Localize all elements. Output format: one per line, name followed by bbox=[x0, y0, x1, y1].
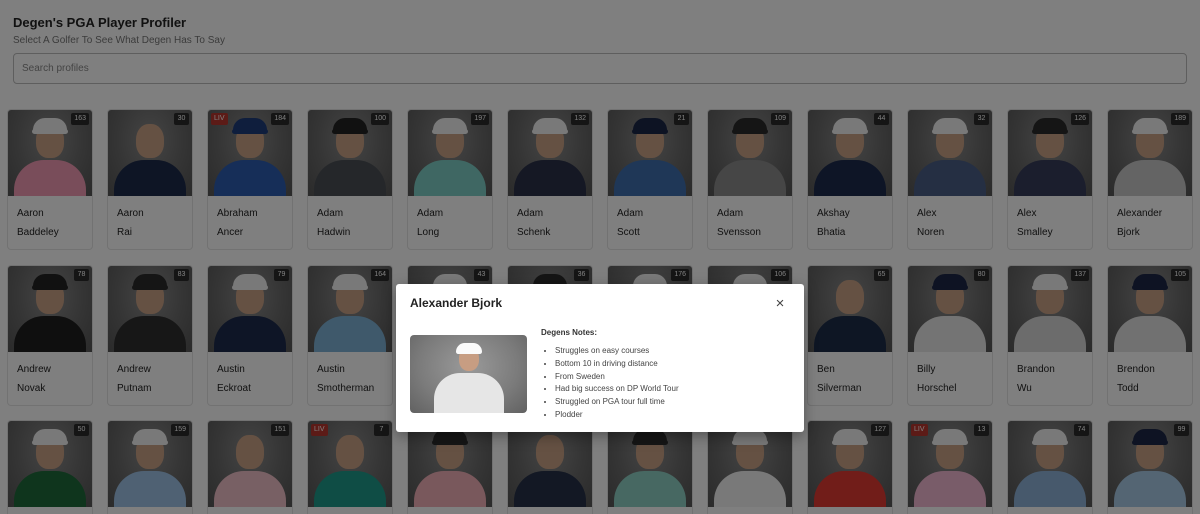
modal-player-cap bbox=[456, 343, 482, 354]
modal-player-shirt bbox=[434, 373, 504, 413]
modal-player-photo bbox=[410, 335, 527, 413]
note-item: Struggled on PGA tour full time bbox=[555, 396, 790, 409]
note-item: From Sweden bbox=[555, 371, 790, 384]
note-item: Plodder bbox=[555, 409, 790, 422]
modal-title: Alexander Bjork bbox=[410, 296, 503, 310]
player-modal: Alexander Bjork × Degens Notes: Struggle… bbox=[396, 284, 804, 432]
note-item: Had big success on DP World Tour bbox=[555, 383, 790, 396]
close-icon[interactable]: × bbox=[771, 295, 789, 313]
note-item: Bottom 10 in driving distance bbox=[555, 358, 790, 371]
notes-list: Struggles on easy coursesBottom 10 in dr… bbox=[555, 345, 790, 422]
notes-title: Degens Notes: bbox=[541, 328, 598, 337]
modal-backdrop[interactable] bbox=[0, 0, 1200, 514]
note-item: Struggles on easy courses bbox=[555, 345, 790, 358]
